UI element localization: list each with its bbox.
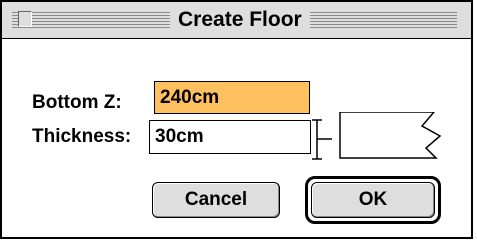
close-box-icon[interactable] bbox=[18, 11, 32, 27]
ok-button[interactable]: OK bbox=[311, 182, 435, 218]
thickness-label: Thickness: bbox=[32, 126, 132, 147]
bottom-z-label: Bottom Z: bbox=[32, 92, 122, 113]
create-floor-dialog: Create Floor Bottom Z: 240cm Thickness: … bbox=[0, 0, 473, 239]
title-bar[interactable]: Create Floor bbox=[2, 2, 471, 39]
bottom-z-input[interactable]: 240cm bbox=[154, 81, 310, 114]
titlebar-frame-right bbox=[457, 2, 471, 38]
floor-thickness-diagram-icon bbox=[312, 112, 442, 160]
dialog-title: Create Floor bbox=[170, 8, 310, 32]
titlebar-frame-left bbox=[2, 2, 12, 38]
cancel-button[interactable]: Cancel bbox=[152, 182, 280, 218]
thickness-input[interactable]: 30cm bbox=[149, 120, 311, 154]
